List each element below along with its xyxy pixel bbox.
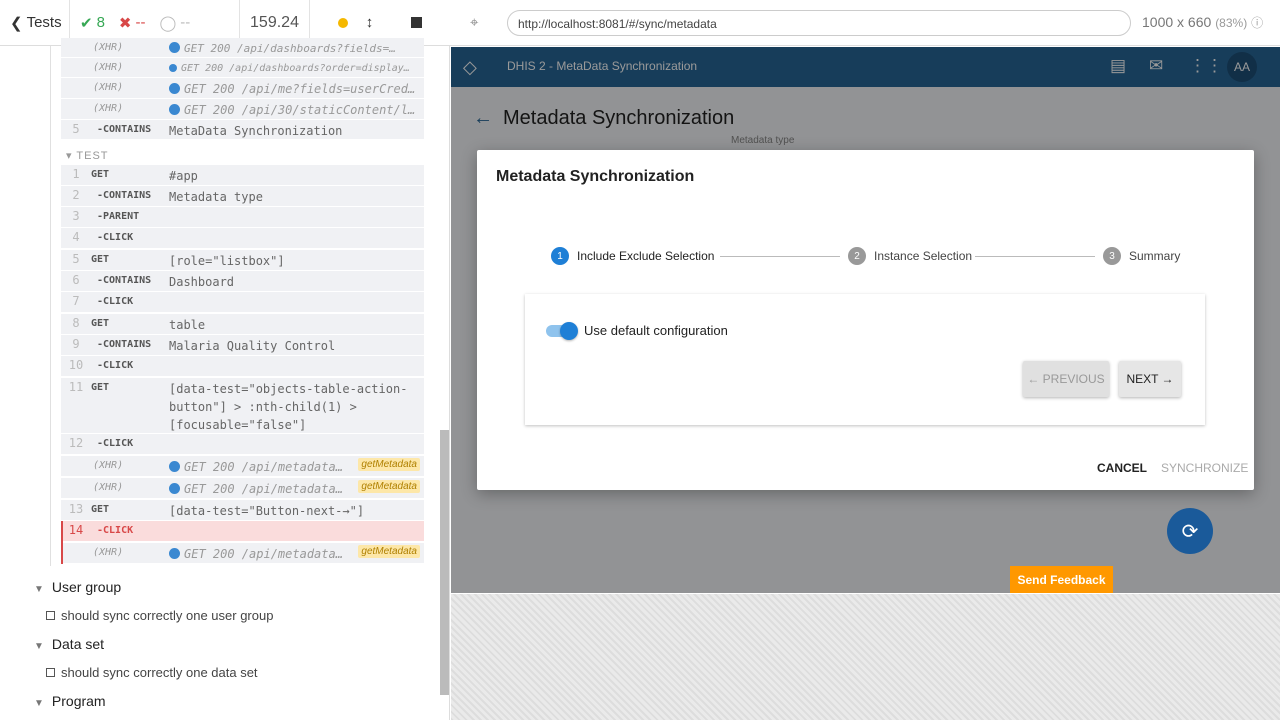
step-include-exclude[interactable]: 1 Include Exclude Selection bbox=[551, 247, 714, 265]
command-row[interactable]: 11 GET [data-test="objects-table-action-bu… bbox=[61, 378, 424, 434]
command-row[interactable]: 12 -CLICK bbox=[61, 434, 424, 455]
command-row[interactable]: 5 GET [role="listbox"] bbox=[61, 250, 424, 271]
xhr-row[interactable]: (XHR) GET 200 /api/metadata… getMetadata bbox=[61, 456, 424, 477]
xhr-dot-icon bbox=[169, 104, 180, 115]
alias-badge: getMetadata bbox=[358, 545, 420, 558]
failed-command-row[interactable]: 14 -CLICK bbox=[61, 521, 424, 542]
suite-user-group[interactable]: ▼ User group bbox=[34, 579, 121, 595]
xhr-row[interactable]: (XHR) GET 200 /api/me?fields=userCred… bbox=[61, 78, 424, 99]
failure-marker bbox=[61, 521, 63, 564]
viewport-size: 1000 x 660 (83%) ⓘ bbox=[1142, 14, 1264, 30]
command-row[interactable]: 4 -CLICK bbox=[61, 228, 424, 249]
test-data-set[interactable]: should sync correctly one data set bbox=[46, 665, 258, 680]
check-icon: ✔ bbox=[80, 14, 93, 32]
test-status-icon bbox=[46, 611, 55, 620]
step-connector bbox=[975, 256, 1095, 257]
tests-back-button[interactable]: ❮ Tests bbox=[0, 0, 70, 46]
command-row[interactable]: 7 -CLICK bbox=[61, 292, 424, 313]
command-row[interactable]: 5 -CONTAINS MetaData Synchronization bbox=[61, 120, 424, 140]
suite-program[interactable]: ▼ Program bbox=[34, 693, 106, 709]
alias-badge: getMetadata bbox=[358, 480, 420, 493]
sync-fab-button[interactable]: ⟳ bbox=[1167, 508, 1213, 554]
step-connector bbox=[720, 256, 840, 257]
xhr-row[interactable]: (XHR) GET 200 /api/metadata… getMetadata bbox=[61, 478, 424, 499]
xhr-row[interactable]: (XHR) GET 200 /api/metadata… getMetadata bbox=[61, 543, 424, 564]
xhr-dot-icon bbox=[169, 461, 180, 472]
xhr-row[interactable]: (XHR) GET 200 /api/30/staticContent/l… bbox=[61, 99, 424, 120]
step-card: Use default configuration ← PREVIOUS NEX… bbox=[525, 294, 1205, 425]
running-indicator-icon bbox=[337, 17, 348, 28]
step-instance-selection[interactable]: 2 Instance Selection bbox=[848, 247, 972, 265]
stop-button[interactable] bbox=[411, 17, 423, 28]
suite-data-set[interactable]: ▼ Data set bbox=[34, 636, 104, 652]
passed-count: ✔ 8 bbox=[80, 14, 105, 32]
xhr-dot-icon bbox=[169, 548, 180, 559]
dialog-title: Metadata Synchronization bbox=[496, 168, 695, 185]
test-user-group[interactable]: should sync correctly one user group bbox=[46, 608, 273, 623]
url-field[interactable]: http://localhost:8081/#/sync/metadata bbox=[507, 10, 1131, 36]
default-config-toggle[interactable] bbox=[546, 322, 578, 340]
reporter-scrollbar[interactable] bbox=[440, 430, 449, 695]
chevron-left-icon: ❮ bbox=[10, 14, 23, 32]
test-section-header[interactable]: ▾ TEST bbox=[66, 149, 109, 162]
sync-icon: ⟳ bbox=[1181, 520, 1199, 543]
next-button[interactable]: NEXT → bbox=[1119, 361, 1181, 397]
test-status-icon bbox=[46, 668, 55, 677]
cancel-button[interactable]: CANCEL bbox=[1097, 461, 1147, 475]
xhr-row[interactable]: (XHR) GET 200 /api/dashboards?fields=… bbox=[61, 38, 424, 58]
failed-count: ✖ -- bbox=[118, 14, 146, 32]
synchronize-button[interactable]: SYNCHRONIZE bbox=[1161, 461, 1248, 475]
command-row[interactable]: 9 -CONTAINS Malaria Quality Control bbox=[61, 335, 424, 356]
xhr-dot-icon bbox=[169, 42, 180, 53]
previous-button[interactable]: ← PREVIOUS bbox=[1023, 361, 1109, 397]
send-feedback-button[interactable]: Send Feedback bbox=[1010, 566, 1113, 593]
command-row[interactable]: 13 GET [data-test="Button-next-→"] bbox=[61, 500, 424, 521]
command-row[interactable]: 2 -CONTAINS Metadata type bbox=[61, 186, 424, 207]
pending-count: ◯ -- bbox=[159, 14, 191, 32]
selector-playground-icon[interactable]: ⌖ bbox=[470, 14, 478, 31]
spinner-icon: ◯ bbox=[159, 14, 177, 32]
command-row[interactable]: 8 GET table bbox=[61, 314, 424, 335]
unused-viewport-area bbox=[451, 594, 1280, 720]
tests-label: Tests bbox=[26, 14, 62, 31]
command-row[interactable]: 1 GET #app bbox=[61, 165, 424, 186]
auto-scroll-icon[interactable]: ↕ bbox=[366, 14, 374, 31]
xhr-row[interactable]: (XHR) GET 200 /api/dashboards?order=displ… bbox=[61, 58, 424, 78]
sync-dialog: Metadata Synchronization 1 Include Exclud… bbox=[477, 150, 1254, 490]
xhr-dot-icon bbox=[169, 483, 180, 494]
xhr-dot-icon bbox=[169, 83, 180, 94]
x-icon: ✖ bbox=[118, 14, 132, 32]
alias-badge: getMetadata bbox=[358, 458, 420, 471]
command-row[interactable]: 3 -PARENT bbox=[61, 207, 424, 228]
info-icon[interactable]: ⓘ bbox=[1251, 16, 1263, 30]
command-row[interactable]: 6 -CONTAINS Dashboard bbox=[61, 271, 424, 292]
toggle-label: Use default configuration bbox=[584, 323, 728, 338]
command-row[interactable]: 10 -CLICK bbox=[61, 356, 424, 377]
xhr-dot-icon bbox=[169, 64, 177, 72]
step-summary[interactable]: 3 Summary bbox=[1103, 247, 1180, 265]
